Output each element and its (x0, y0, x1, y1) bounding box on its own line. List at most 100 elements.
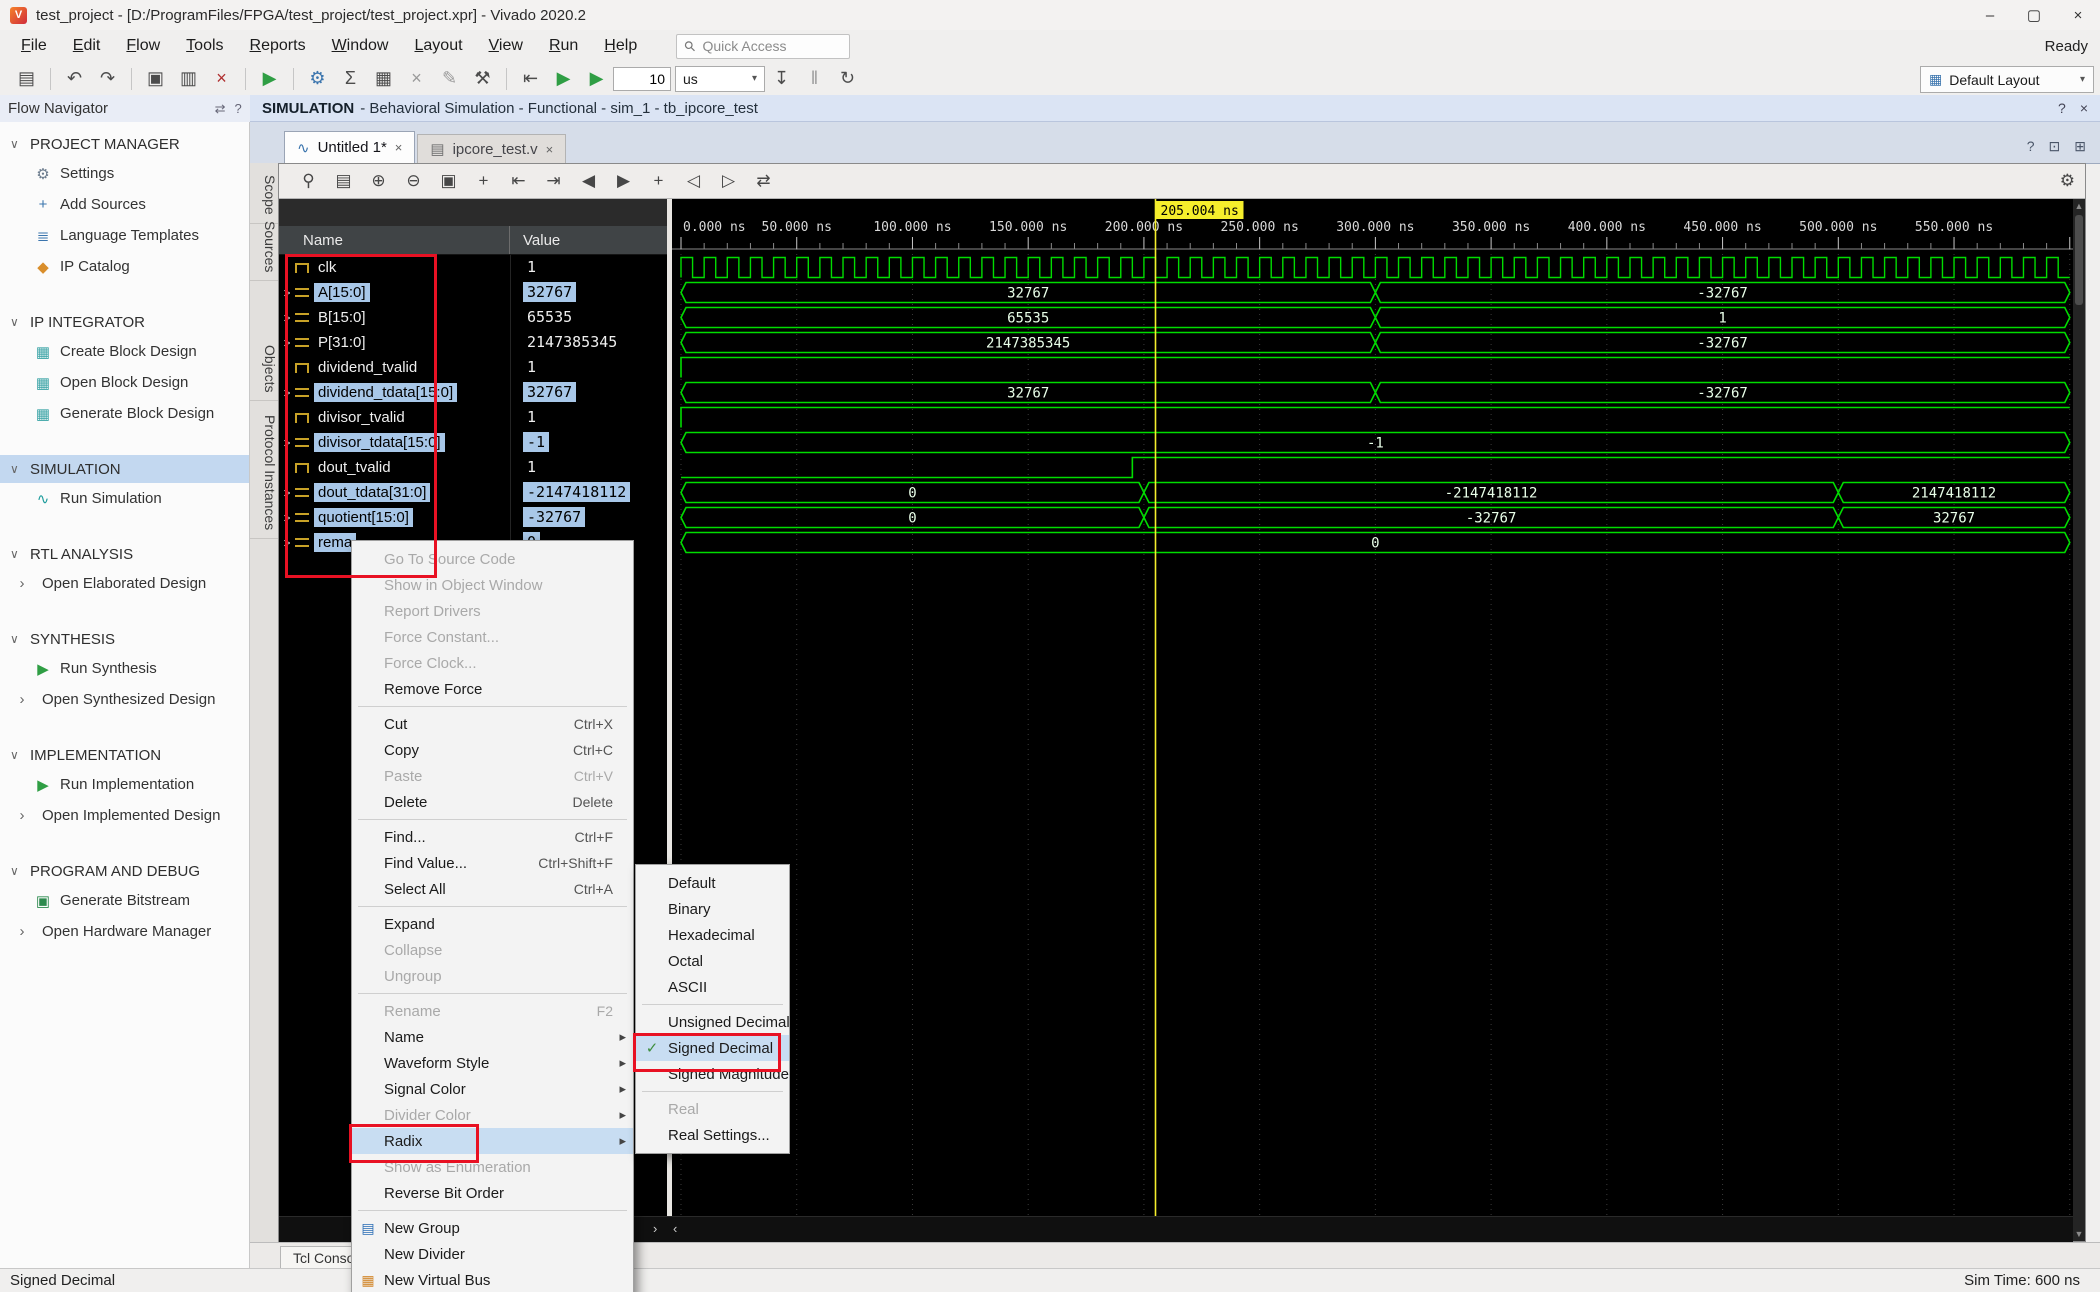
signal-row-quotient-15-0[interactable]: >quotient[15:0]-32767 (279, 505, 667, 530)
menu-file[interactable]: File (8, 37, 60, 55)
collapse-right-icon[interactable]: › (653, 1221, 657, 1236)
menu-item-ascii[interactable]: ASCII (636, 974, 789, 1000)
collapse-left-icon[interactable]: ‹ (673, 1221, 677, 1236)
report-icon[interactable]: ▦ (367, 68, 400, 89)
flow-item-open-block-design[interactable]: ▦Open Block Design (0, 367, 249, 398)
flow-item-add-sources[interactable]: +Add Sources (0, 189, 249, 220)
menu-item-octal[interactable]: Octal (636, 948, 789, 974)
quick-access-box[interactable]: ⚲ Quick Access (676, 34, 850, 59)
menu-item-binary[interactable]: Binary (636, 896, 789, 922)
expander-icon[interactable]: > (279, 311, 295, 325)
goto-last-time-icon[interactable]: ⇥ (536, 171, 571, 191)
step-icon[interactable]: ↧ (765, 68, 798, 89)
flow-item-create-block-design[interactable]: ▦Create Block Design (0, 336, 249, 367)
menu-tools[interactable]: Tools (173, 37, 236, 55)
help-icon[interactable]: ? (2058, 100, 2066, 116)
flow-item-generate-bitstream[interactable]: ▣Generate Bitstream (0, 885, 249, 916)
flow-item-ip-catalog[interactable]: ◆IP Catalog (0, 251, 249, 282)
paste-icon[interactable]: ▥ (172, 68, 205, 89)
value-column-header[interactable]: Value (510, 232, 560, 249)
flow-section-header-program-and-debug[interactable]: ∨PROGRAM AND DEBUG (0, 857, 249, 885)
signal-row-dividend-tvalid[interactable]: dividend_tvalid1 (279, 355, 667, 380)
menu-item-name[interactable]: Name▸ (352, 1024, 633, 1050)
restart-icon[interactable]: ⇤ (514, 68, 547, 89)
goto-time-zero-icon[interactable]: ⇤ (501, 171, 536, 191)
scroll-up-icon[interactable]: ▲ (2073, 201, 2085, 211)
menu-item-waveform-style[interactable]: Waveform Style▸ (352, 1050, 633, 1076)
help-icon[interactable]: ? (2027, 138, 2035, 155)
side-tab-objects[interactable]: Objects (250, 337, 278, 401)
edit-icon[interactable]: ✎ (433, 68, 466, 89)
flow-section-header-synthesis[interactable]: ∨SYNTHESIS (0, 625, 249, 653)
previous-marker-icon[interactable]: ◁ (676, 171, 711, 191)
scroll-down-icon[interactable]: ▼ (2073, 1229, 2085, 1239)
menu-layout[interactable]: Layout (401, 37, 475, 55)
time-unit-select[interactable]: us▾ (675, 66, 765, 92)
zoom-to-cursor-icon[interactable]: + (466, 171, 501, 191)
debug-probe-icon[interactable]: ⚒ (466, 68, 499, 89)
close-icon[interactable]: × (2080, 100, 2088, 116)
menu-run[interactable]: Run (536, 37, 591, 55)
signal-row-a-15-0[interactable]: >A[15:0]32767 (279, 280, 667, 305)
close-tab-icon[interactable]: × (395, 140, 403, 155)
sum-icon[interactable]: Σ (334, 68, 367, 89)
name-column-header[interactable]: Name (279, 226, 510, 254)
flow-section-header-implementation[interactable]: ∨IMPLEMENTATION (0, 741, 249, 769)
copy-icon[interactable]: ▣ (139, 68, 172, 89)
save-waveform-icon[interactable]: ▤ (326, 171, 361, 191)
zoom-out-icon[interactable]: ⊖ (396, 171, 431, 191)
expander-icon[interactable]: > (279, 286, 295, 300)
vertical-scrollbar[interactable]: ▲ ▼ (2073, 199, 2085, 1241)
delete-icon[interactable]: × (205, 68, 238, 89)
menu-item-delete[interactable]: DeleteDelete (352, 789, 633, 815)
tab-ipcore-test-v[interactable]: ▤ipcore_test.v× (417, 134, 566, 163)
signal-row-b-15-0[interactable]: >B[15:0]65535 (279, 305, 667, 330)
menu-item-new-group[interactable]: ▤New Group (352, 1215, 633, 1241)
menu-reports[interactable]: Reports (237, 37, 319, 55)
menu-item-expand[interactable]: Expand (352, 911, 633, 937)
close-tab-icon[interactable]: × (546, 142, 554, 157)
menu-help[interactable]: Help (591, 37, 650, 55)
flow-item-open-synthesized-design[interactable]: ›Open Synthesized Design (0, 684, 249, 715)
expander-icon[interactable]: > (279, 536, 295, 550)
pause-icon[interactable]: ‖ (798, 68, 831, 89)
expand-arrow-icon[interactable]: › (16, 575, 28, 592)
maximize-button[interactable]: ▢ (2012, 0, 2056, 30)
menu-item-signal-color[interactable]: Signal Color▸ (352, 1076, 633, 1102)
sim-settings-icon[interactable]: ⚙ (301, 68, 334, 89)
expand-arrow-icon[interactable]: › (16, 923, 28, 940)
menu-item-reverse-bit-order[interactable]: Reverse Bit Order (352, 1180, 633, 1206)
zoom-fit-icon[interactable]: ▣ (431, 171, 466, 191)
expander-icon[interactable]: > (279, 436, 295, 450)
menu-item-hexadecimal[interactable]: Hexadecimal (636, 922, 789, 948)
flow-item-run-simulation[interactable]: ∿Run Simulation (0, 483, 249, 514)
menu-item-cut[interactable]: CutCtrl+X (352, 711, 633, 737)
swap-cursor-icon[interactable]: ⇄ (746, 171, 781, 191)
menu-item-signed-decimal[interactable]: ✓Signed Decimal (636, 1035, 789, 1061)
menu-window[interactable]: Window (319, 37, 402, 55)
find-icon[interactable]: ⚲ (291, 171, 326, 191)
sim-cursor[interactable]: 205.004 ns (1156, 199, 1244, 1216)
minimize-button[interactable]: – (1968, 0, 2012, 30)
zoom-in-icon[interactable]: ⊕ (361, 171, 396, 191)
previous-transition-icon[interactable]: ◀ (571, 171, 606, 191)
flow-item-run-synthesis[interactable]: ▶Run Synthesis (0, 653, 249, 684)
timeline-ruler[interactable]: 0.000 ns50.000 ns100.000 ns150.000 ns200… (672, 220, 2073, 249)
next-marker-icon[interactable]: ▷ (711, 171, 746, 191)
menu-item-new-divider[interactable]: New Divider (352, 1241, 633, 1267)
expander-icon[interactable]: > (279, 511, 295, 525)
help-icon[interactable]: ? (235, 101, 242, 117)
float-icon[interactable]: ⊡ (2049, 138, 2061, 155)
signal-row-clk[interactable]: clk1 (279, 255, 667, 280)
maximize-icon[interactable]: ⊞ (2074, 138, 2086, 155)
expand-arrow-icon[interactable]: › (16, 691, 28, 708)
flow-item-open-elaborated-design[interactable]: ›Open Elaborated Design (0, 568, 249, 599)
signal-row-dout-tvalid[interactable]: dout_tvalid1 (279, 455, 667, 480)
signal-row-divisor-tvalid[interactable]: divisor_tvalid1 (279, 405, 667, 430)
expander-icon[interactable]: > (279, 386, 295, 400)
flow-section-header-ip-integrator[interactable]: ∨IP INTEGRATOR (0, 308, 249, 336)
breakpoint-icon[interactable]: × (400, 68, 433, 89)
run-time-input[interactable] (613, 67, 671, 91)
menu-edit[interactable]: Edit (60, 37, 114, 55)
flow-item-open-implemented-design[interactable]: ›Open Implemented Design (0, 800, 249, 831)
